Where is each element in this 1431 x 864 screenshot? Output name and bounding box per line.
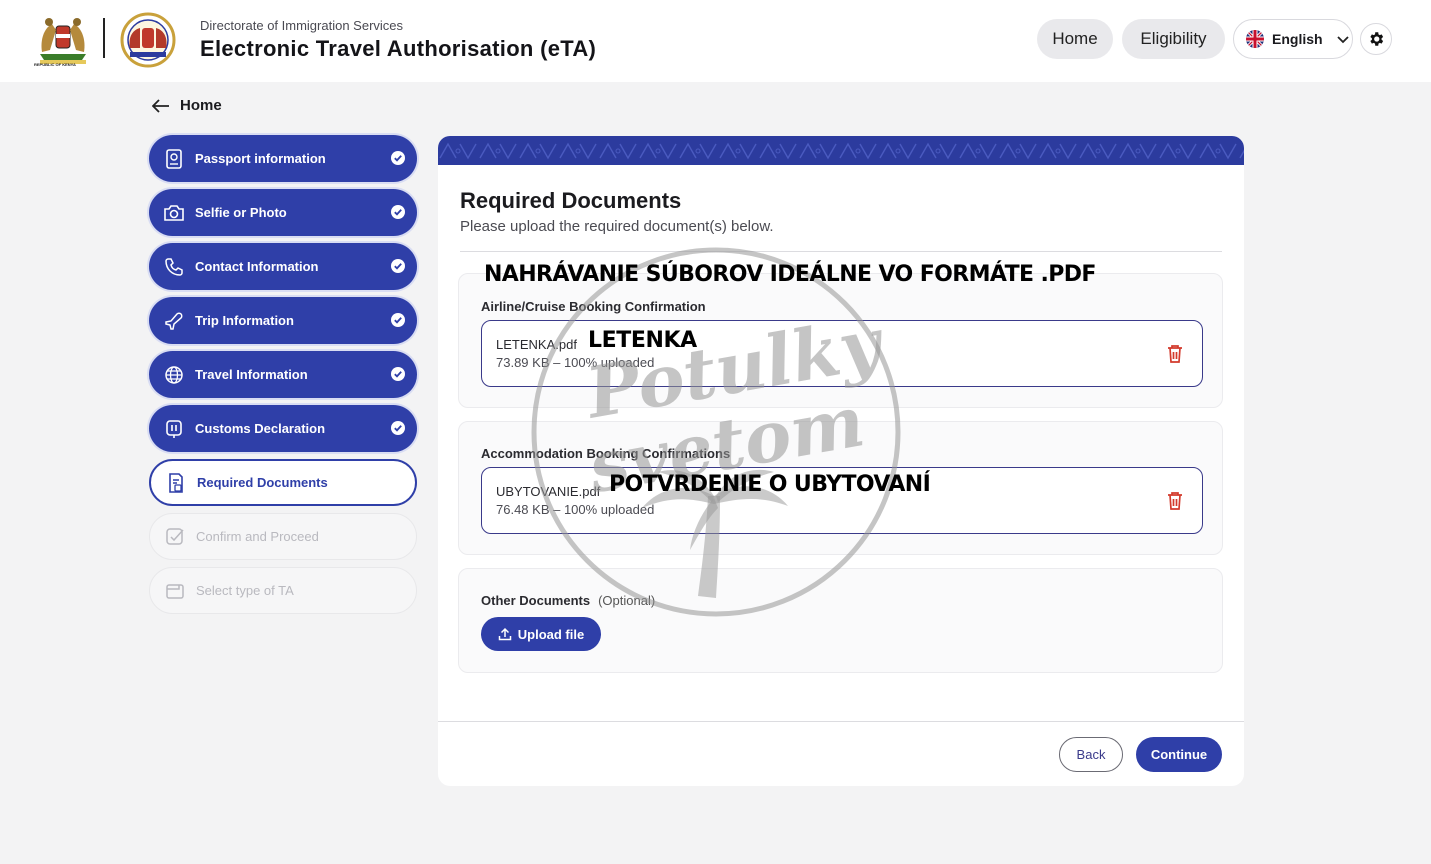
- optional-tag: (Optional): [598, 593, 656, 608]
- language-label: English: [1272, 31, 1323, 47]
- step-travel-information[interactable]: Travel Information: [149, 351, 417, 398]
- file-name: LETENKA.pdf: [496, 337, 577, 352]
- immigration-logo: [118, 12, 178, 68]
- phone-icon: [163, 256, 185, 278]
- airline-booking-section: Airline/Cruise Booking Confirmation LETE…: [458, 273, 1223, 408]
- accommodation-booking-label: Accommodation Booking Confirmations: [481, 446, 731, 461]
- upload-file-button[interactable]: Upload file: [481, 617, 601, 651]
- overlay-note-ubytovanie: POTVRDENIE O UBYTOVANÍ: [609, 472, 931, 497]
- step-contact-information[interactable]: Contact Information: [149, 243, 417, 290]
- document-icon: [165, 472, 187, 494]
- customs-icon: [163, 418, 185, 440]
- page-title: Electronic Travel Authorisation (eTA): [200, 36, 597, 61]
- step-required-documents[interactable]: Required Documents: [149, 459, 417, 506]
- uk-flag-icon: [1246, 30, 1264, 48]
- other-documents-title: Other Documents: [481, 593, 591, 608]
- other-documents-label: Other Documents (Optional): [481, 593, 655, 608]
- continue-button[interactable]: Continue: [1136, 737, 1222, 772]
- step-label: Selfie or Photo: [195, 205, 287, 220]
- check-circle-icon: [391, 151, 405, 165]
- header-subtitle: Directorate of Immigration Services: [200, 18, 404, 33]
- footer-divider: [438, 721, 1244, 722]
- kenya-coat-of-arms-logo: REPUBLIC OF KENYA: [34, 12, 92, 68]
- check-circle-icon: [391, 421, 405, 435]
- step-customs-declaration[interactable]: Customs Declaration: [149, 405, 417, 452]
- back-home-link[interactable]: Home: [152, 97, 222, 114]
- check-circle-icon: [391, 259, 405, 273]
- decorative-pattern-banner: [438, 136, 1244, 165]
- overlay-note-letenka: LETENKA: [588, 328, 697, 353]
- step-selfie-or-photo[interactable]: Selfie or Photo: [149, 189, 417, 236]
- logo-divider: [103, 18, 105, 58]
- nav-eligibility-button[interactable]: Eligibility: [1122, 19, 1225, 59]
- back-button[interactable]: Back: [1059, 737, 1123, 772]
- divider: [460, 251, 1222, 252]
- step-label: Trip Information: [195, 313, 294, 328]
- passport-icon: [163, 148, 185, 170]
- camera-icon: [163, 202, 185, 224]
- section-subtitle: Please upload the required document(s) b…: [460, 218, 774, 235]
- step-label: Contact Information: [195, 259, 319, 274]
- checkbox-icon: [164, 526, 186, 548]
- wallet-icon: [164, 580, 186, 602]
- check-circle-icon: [391, 205, 405, 219]
- arrow-left-icon: [152, 98, 169, 113]
- settings-gear-icon[interactable]: [1360, 23, 1392, 55]
- upload-file-label: Upload file: [517, 626, 585, 642]
- file-name: UBYTOVANIE.pdf: [496, 484, 601, 499]
- logo-caption: REPUBLIC OF KENYA: [34, 62, 76, 67]
- chevron-down-icon: [1336, 31, 1349, 47]
- file-meta: 73.89 KB – 100% uploaded: [496, 355, 655, 370]
- airline-booking-label: Airline/Cruise Booking Confirmation: [481, 299, 706, 314]
- globe-icon: [163, 364, 185, 386]
- nav-home-button[interactable]: Home: [1037, 19, 1113, 59]
- step-label: Customs Declaration: [195, 421, 326, 436]
- top-header: REPUBLIC OF KENYA Directorate of Immigra…: [0, 0, 1431, 82]
- required-documents-card: Required Documents Please upload the req…: [438, 136, 1244, 786]
- check-circle-icon: [391, 367, 405, 381]
- section-title: Required Documents: [460, 188, 682, 213]
- upload-icon: [498, 627, 512, 641]
- plane-icon: [163, 310, 185, 332]
- step-label: Passport information: [195, 151, 326, 166]
- step-label: Select type of TA: [196, 583, 294, 598]
- step-confirm-and-proceed[interactable]: Confirm and Proceed: [149, 513, 417, 560]
- trash-icon[interactable]: [1166, 491, 1184, 511]
- back-home-label: Home: [180, 97, 222, 114]
- overlay-note-pdf: NAHRÁVANIE SÚBOROV IDEÁLNE VO FORMÁTE .P…: [484, 262, 1096, 287]
- step-passport-information[interactable]: Passport information: [149, 135, 417, 182]
- trash-icon[interactable]: [1166, 344, 1184, 364]
- other-documents-section: Other Documents (Optional) Upload file: [458, 568, 1223, 673]
- step-label: Required Documents: [197, 475, 328, 490]
- step-label: Travel Information: [195, 367, 308, 382]
- step-select-type-of-ta[interactable]: Select type of TA: [149, 567, 417, 614]
- check-circle-icon: [391, 313, 405, 327]
- file-meta: 76.48 KB – 100% uploaded: [496, 502, 655, 517]
- step-trip-information[interactable]: Trip Information: [149, 297, 417, 344]
- step-label: Confirm and Proceed: [196, 529, 319, 544]
- language-select[interactable]: English: [1233, 19, 1353, 59]
